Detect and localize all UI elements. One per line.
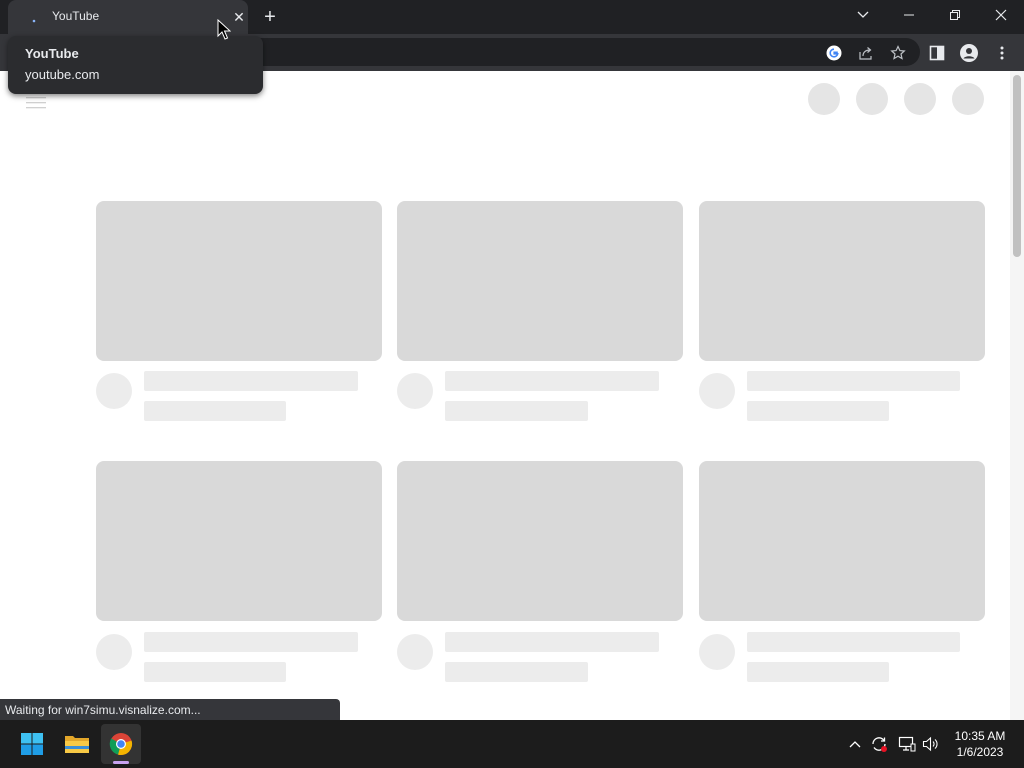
tab-close-icon[interactable]: ✕ (230, 8, 248, 26)
channel-avatar-placeholder (397, 634, 433, 670)
page-viewport (0, 71, 1024, 720)
header-button-placeholder (904, 83, 936, 115)
side-panel-icon[interactable] (927, 43, 947, 63)
meta-line-placeholder (445, 662, 588, 682)
tab-title: YouTube (52, 9, 100, 23)
google-icon[interactable] (824, 43, 844, 63)
network-icon[interactable] (897, 734, 917, 754)
loading-spinner-icon (32, 19, 36, 23)
meta-line-placeholder (747, 401, 889, 421)
scrollbar-thumb[interactable] (1013, 75, 1021, 257)
channel-avatar-placeholder (699, 634, 735, 670)
header-button-placeholder (856, 83, 888, 115)
mouse-cursor-icon (217, 19, 231, 40)
tab-search-icon[interactable] (840, 0, 886, 30)
close-window-icon[interactable] (978, 0, 1024, 30)
active-app-indicator (113, 761, 129, 764)
windows-start-icon[interactable] (12, 724, 52, 764)
new-tab-button[interactable]: + (258, 5, 282, 29)
taskbar (0, 720, 1024, 768)
meta-line-placeholder (144, 401, 286, 421)
video-thumbnail-placeholder (699, 461, 985, 621)
status-bubble: Waiting for win7simu.visnalize.com... (0, 699, 340, 720)
video-thumbnail-placeholder (397, 461, 683, 621)
meta-line-placeholder (747, 662, 889, 682)
title-line-placeholder (747, 632, 960, 652)
channel-avatar-placeholder (699, 373, 735, 409)
title-line-placeholder (445, 371, 659, 391)
restore-icon[interactable] (932, 0, 978, 30)
video-thumbnail-placeholder (96, 201, 382, 361)
title-line-placeholder (144, 632, 358, 652)
meta-line-placeholder (445, 401, 588, 421)
hover-card-title: YouTube (25, 46, 79, 61)
profile-icon[interactable] (959, 43, 979, 63)
video-thumbnail-placeholder (699, 201, 985, 361)
clock-time[interactable]: 10:35 AM (940, 729, 1020, 743)
title-line-placeholder (445, 632, 659, 652)
sync-icon[interactable] (869, 734, 889, 754)
meta-line-placeholder (144, 662, 286, 682)
channel-avatar-placeholder (397, 373, 433, 409)
file-explorer-icon[interactable] (57, 724, 97, 764)
hamburger-menu-icon[interactable] (26, 97, 46, 109)
page-scrollbar[interactable] (1010, 71, 1024, 720)
status-text: Waiting for win7simu.visnalize.com... (5, 703, 201, 717)
header-button-placeholder (952, 83, 984, 115)
tab-strip: YouTube ✕ + (0, 0, 1024, 34)
title-line-placeholder (747, 371, 960, 391)
video-thumbnail-placeholder (96, 461, 382, 621)
clock-date[interactable]: 1/6/2023 (940, 745, 1020, 759)
bookmark-star-icon[interactable] (888, 43, 908, 63)
header-button-placeholder (808, 83, 840, 115)
tab-hover-card: YouTube youtube.com (8, 36, 263, 94)
kebab-menu-icon[interactable] (992, 43, 1012, 63)
video-thumbnail-placeholder (397, 201, 683, 361)
hover-card-url: youtube.com (25, 67, 100, 82)
tab-youtube[interactable]: YouTube ✕ (8, 0, 248, 34)
chrome-icon[interactable] (101, 724, 141, 764)
channel-avatar-placeholder (96, 634, 132, 670)
channel-avatar-placeholder (96, 373, 132, 409)
minimize-icon[interactable] (886, 0, 932, 30)
title-line-placeholder (144, 371, 358, 391)
volume-icon[interactable] (921, 734, 941, 754)
chevron-up-icon[interactable] (845, 734, 865, 754)
share-icon[interactable] (856, 43, 876, 63)
